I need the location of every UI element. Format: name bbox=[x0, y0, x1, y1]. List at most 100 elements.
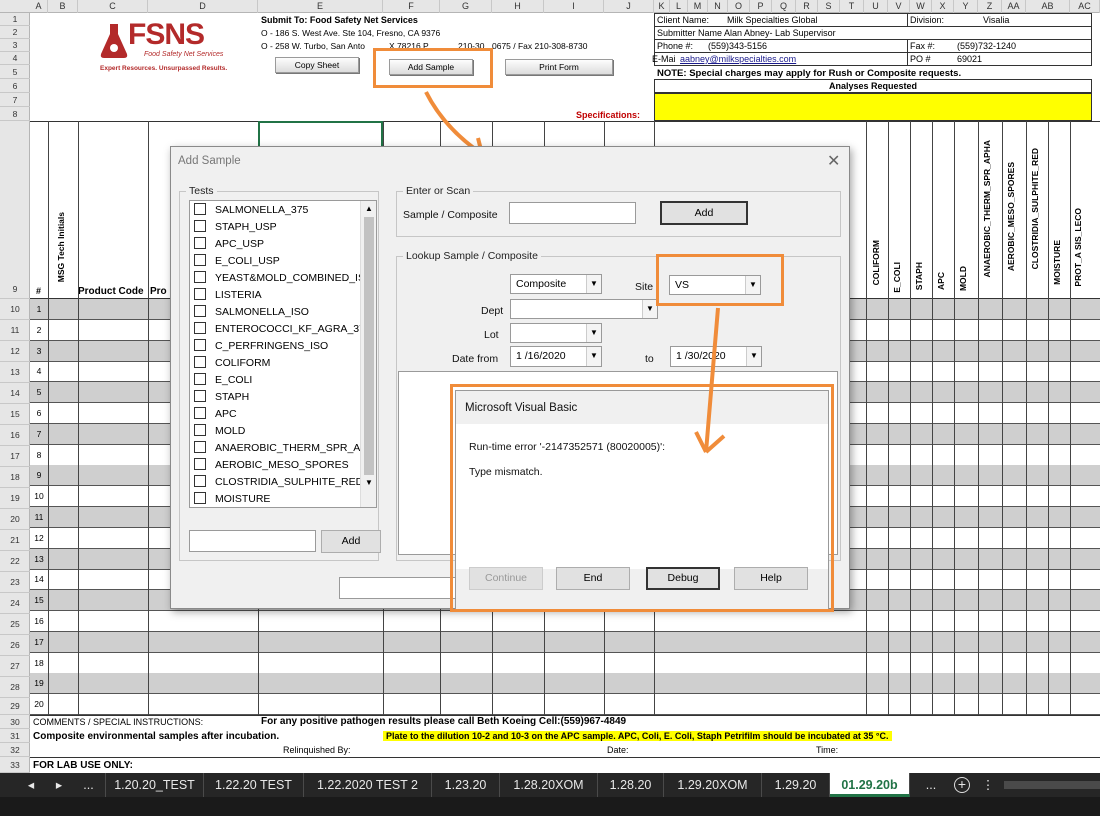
row-header[interactable]: 4 bbox=[0, 52, 30, 65]
column-header[interactable]: K bbox=[654, 0, 670, 13]
column-header[interactable]: AC bbox=[1070, 0, 1100, 13]
sheet-tab[interactable]: 1.22.2020 TEST 2 bbox=[304, 773, 432, 797]
row-header[interactable]: 19 bbox=[0, 488, 30, 509]
tests-listbox[interactable]: SALMONELLA_375 STAPH_USP APC_USP E_COLI_… bbox=[189, 200, 377, 508]
row-header[interactable]: 1 bbox=[0, 13, 30, 26]
row-header[interactable]: 21 bbox=[0, 530, 30, 551]
test-item[interactable]: YEAST&MOLD_COMBINED_IS bbox=[190, 270, 362, 287]
chevron-down-icon[interactable]: ▼ bbox=[586, 347, 601, 366]
test-item[interactable]: MOLD bbox=[190, 423, 362, 440]
row-header[interactable]: 27 bbox=[0, 656, 30, 677]
sheet-tab[interactable]: 1.29.20 bbox=[762, 773, 830, 797]
row-header[interactable]: 30 bbox=[0, 715, 30, 729]
checkbox[interactable] bbox=[194, 373, 206, 385]
add-sheet-icon[interactable]: + bbox=[950, 773, 974, 797]
chevron-down-icon[interactable]: ▼ bbox=[746, 347, 761, 366]
status-input[interactable] bbox=[339, 577, 459, 599]
column-header[interactable]: S bbox=[818, 0, 840, 13]
column-header[interactable]: I bbox=[544, 0, 604, 13]
column-header[interactable]: Z bbox=[978, 0, 1002, 13]
row-header[interactable]: 33 bbox=[0, 757, 30, 773]
column-header[interactable]: Y bbox=[954, 0, 978, 13]
sample-row[interactable] bbox=[30, 631, 1100, 653]
column-header[interactable]: H bbox=[492, 0, 544, 13]
column-header[interactable]: X bbox=[932, 0, 954, 13]
sample-composite-input[interactable] bbox=[509, 202, 636, 224]
scroll-thumb[interactable] bbox=[364, 217, 374, 475]
checkbox[interactable] bbox=[194, 237, 206, 249]
checkbox[interactable] bbox=[194, 254, 206, 266]
checkbox[interactable] bbox=[194, 390, 206, 402]
column-header[interactable]: Q bbox=[772, 0, 796, 13]
row-header[interactable]: 25 bbox=[0, 614, 30, 635]
checkbox[interactable] bbox=[194, 203, 206, 215]
row-header[interactable]: 13 bbox=[0, 362, 30, 383]
row-header[interactable]: 32 bbox=[0, 743, 30, 757]
column-header[interactable]: AA bbox=[1002, 0, 1026, 13]
row-header[interactable]: 20 bbox=[0, 509, 30, 530]
sample-row[interactable] bbox=[30, 694, 1100, 716]
type-combobox[interactable]: Composite ▼ bbox=[510, 274, 602, 294]
checkbox[interactable] bbox=[194, 492, 206, 504]
row-header[interactable]: 14 bbox=[0, 383, 30, 404]
test-item[interactable]: CLOSTRIDIA_SULPHITE_RED bbox=[190, 474, 362, 491]
close-icon[interactable]: ✕ bbox=[827, 151, 840, 171]
row-header[interactable]: 3 bbox=[0, 39, 30, 52]
column-header[interactable]: F bbox=[383, 0, 440, 13]
scroll-right-icon[interactable]: ▸ bbox=[48, 773, 70, 797]
more-tabs-left[interactable]: ... bbox=[72, 773, 106, 797]
checkbox[interactable] bbox=[194, 356, 206, 368]
sheet-tab[interactable]: 1.23.20 bbox=[432, 773, 500, 797]
column-header[interactable]: R bbox=[796, 0, 818, 13]
enter-add-button[interactable]: Add bbox=[660, 201, 748, 225]
column-header[interactable]: E bbox=[258, 0, 383, 13]
column-header[interactable]: T bbox=[840, 0, 864, 13]
row-header[interactable]: 26 bbox=[0, 635, 30, 656]
column-header[interactable]: U bbox=[864, 0, 888, 13]
test-item[interactable]: STAPH bbox=[190, 389, 362, 406]
email-value[interactable]: aabney@milkspecialties.com bbox=[680, 54, 796, 64]
test-item[interactable]: ANAEROBIC_THERM_SPR_AP bbox=[190, 440, 362, 457]
column-header[interactable]: O bbox=[728, 0, 750, 13]
row-header[interactable]: 17 bbox=[0, 446, 30, 467]
test-item[interactable]: APC_USP bbox=[190, 236, 362, 253]
column-header[interactable]: G bbox=[440, 0, 492, 13]
scroll-up-icon[interactable]: ▲ bbox=[361, 201, 376, 217]
row-header[interactable]: 6 bbox=[0, 79, 30, 93]
copy-sheet-button[interactable]: Copy Sheet bbox=[275, 57, 359, 73]
date-from-picker[interactable]: 1 /16/2020 ▼ bbox=[510, 346, 602, 367]
column-header[interactable]: B bbox=[48, 0, 78, 13]
tests-scrollbar[interactable]: ▲ ▼ bbox=[360, 201, 376, 507]
chevron-down-icon[interactable]: ▼ bbox=[642, 300, 657, 318]
column-header[interactable]: N bbox=[708, 0, 728, 13]
row-header[interactable]: 29 bbox=[0, 698, 30, 715]
column-header[interactable]: A bbox=[30, 0, 48, 13]
checkbox[interactable] bbox=[194, 305, 206, 317]
sheet-tab[interactable]: 1.28.20 bbox=[598, 773, 664, 797]
checkbox[interactable] bbox=[194, 424, 206, 436]
print-form-button[interactable]: Print Form bbox=[505, 59, 613, 75]
row-header[interactable]: 9 bbox=[0, 121, 30, 299]
row-header[interactable]: 31 bbox=[0, 729, 30, 743]
tab-menu-icon[interactable]: ⋮ bbox=[978, 773, 998, 797]
column-header[interactable]: P bbox=[750, 0, 772, 13]
dept-combobox[interactable]: ▼ bbox=[510, 299, 658, 319]
more-tabs-right[interactable]: ... bbox=[914, 773, 948, 797]
row-header[interactable]: 7 bbox=[0, 93, 30, 107]
row-header[interactable]: 22 bbox=[0, 551, 30, 572]
test-item[interactable]: AEROBIC_MESO_SPORES bbox=[190, 457, 362, 474]
checkbox[interactable] bbox=[194, 271, 206, 283]
horizontal-scrollbar[interactable] bbox=[1004, 781, 1100, 789]
test-search-input[interactable] bbox=[189, 530, 316, 552]
test-item[interactable]: E_COLI_USP bbox=[190, 253, 362, 270]
column-header[interactable]: V bbox=[888, 0, 910, 13]
sheet-tab[interactable]: 1.29.20XOM bbox=[664, 773, 762, 797]
row-header[interactable]: 23 bbox=[0, 572, 30, 593]
checkbox[interactable] bbox=[194, 220, 206, 232]
row-header[interactable]: 12 bbox=[0, 341, 30, 362]
column-header[interactable]: J bbox=[604, 0, 654, 13]
row-header[interactable]: 5 bbox=[0, 65, 30, 79]
checkbox[interactable] bbox=[194, 475, 206, 487]
sheet-tab[interactable]: 1.22.20 TEST bbox=[204, 773, 304, 797]
scroll-down-icon[interactable]: ▼ bbox=[361, 475, 376, 491]
